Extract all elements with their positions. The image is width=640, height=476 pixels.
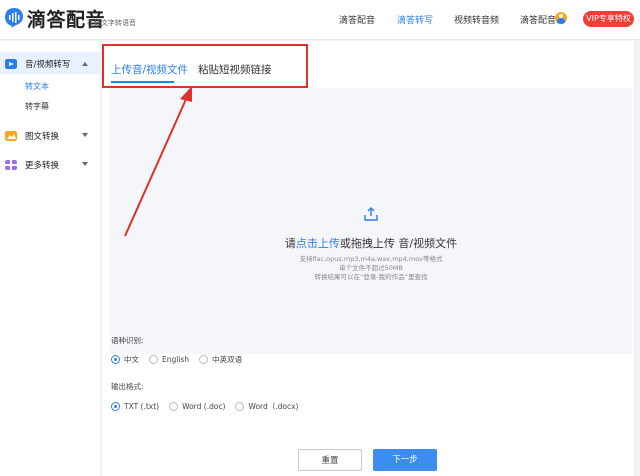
upload-hint-result: 转换结果可以在“登录-我的作品”里查找	[314, 273, 428, 281]
logo-icon	[5, 8, 23, 28]
chevron-down-icon[interactable]	[82, 133, 88, 137]
radio-language-bilingual[interactable]: 中英双语	[199, 354, 242, 365]
nav-dida-transcribe[interactable]: 滴答转写	[397, 13, 433, 26]
upload-title-prefix: 请	[284, 237, 296, 250]
output-format-label: 输出格式:	[111, 382, 144, 391]
top-header: 滴答配音 在线文字转语音 滴答配音 滴答转写 视频转音频 滴答配音 VIP专享特…	[0, 0, 640, 40]
radio-format-docx[interactable]: Word（.docx)	[235, 401, 298, 412]
vip-button[interactable]: VIP专享特权	[583, 11, 634, 27]
nav-video-to-audio[interactable]: 视频转音频	[454, 13, 499, 26]
sidebar-group-av-transcribe[interactable]: 音/视频转写	[5, 58, 70, 70]
upload-title-suffix: 或拖拽上传 音/视频文件	[339, 237, 458, 250]
next-button[interactable]: 下一步	[373, 449, 437, 471]
sidebar-group-label: 更多转换	[25, 161, 60, 171]
sidebar-group-image-text[interactable]: 图文转换	[5, 130, 59, 142]
sidebar-group-label: 音/视频转写	[25, 60, 71, 70]
click-upload-link[interactable]: 点击上传	[296, 237, 340, 250]
upload-icon	[364, 207, 378, 221]
language-radio-group: 中文 English 中英双语	[111, 354, 252, 365]
sidebar-item-to-subtitle[interactable]: 转字幕	[25, 101, 49, 112]
sidebar-item-to-text[interactable]: 转文本	[25, 81, 49, 92]
brand-slogan: 在线文字转语音	[87, 19, 136, 27]
grid-icon	[5, 160, 17, 170]
radio-format-txt[interactable]: TXT (.txt)	[111, 402, 159, 411]
annotation-highlight-box	[102, 44, 308, 88]
sidebar-group-label: 图文转换	[25, 132, 60, 142]
upload-hint-formats: 支持flac,opus,mp3,m4a,wav,mp4,mov等格式	[299, 255, 443, 263]
sidebar-group-more[interactable]: 更多转换	[5, 159, 59, 171]
reset-button[interactable]: 重置	[298, 449, 362, 471]
upload-dropzone[interactable]: 请点击上传或拖拽上传 音/视频文件 支持flac,opus,mp3,m4a,wa…	[110, 88, 632, 354]
chevron-up-icon[interactable]	[82, 62, 88, 66]
image-icon	[5, 131, 17, 141]
upload-title: 请点击上传或拖拽上传 音/视频文件	[110, 235, 632, 251]
chevron-down-icon[interactable]	[82, 162, 88, 166]
video-icon	[5, 59, 17, 69]
main-panel: 上传音/视频文件 粘贴短视频链接 请点击上传或拖拽上传 音/视频文件 支持fla…	[102, 41, 634, 476]
sidebar: 音/视频转写 转文本 转字幕 图文转换 更多转换	[0, 41, 100, 476]
upload-hint-size: 单个文件不超过50MB	[339, 264, 403, 272]
radio-format-doc[interactable]: Word (.doc)	[169, 402, 225, 411]
output-radio-group: TXT (.txt) Word (.doc) Word（.docx)	[111, 401, 308, 412]
user-avatar[interactable]	[555, 12, 567, 24]
radio-language-english[interactable]: English	[149, 355, 189, 364]
radio-language-chinese[interactable]: 中文	[111, 354, 139, 365]
nav-dida-dubbing[interactable]: 滴答配音	[339, 13, 375, 26]
language-label: 语种识别:	[111, 336, 144, 345]
nav-user-dubbing[interactable]: 滴答配音	[520, 13, 556, 26]
